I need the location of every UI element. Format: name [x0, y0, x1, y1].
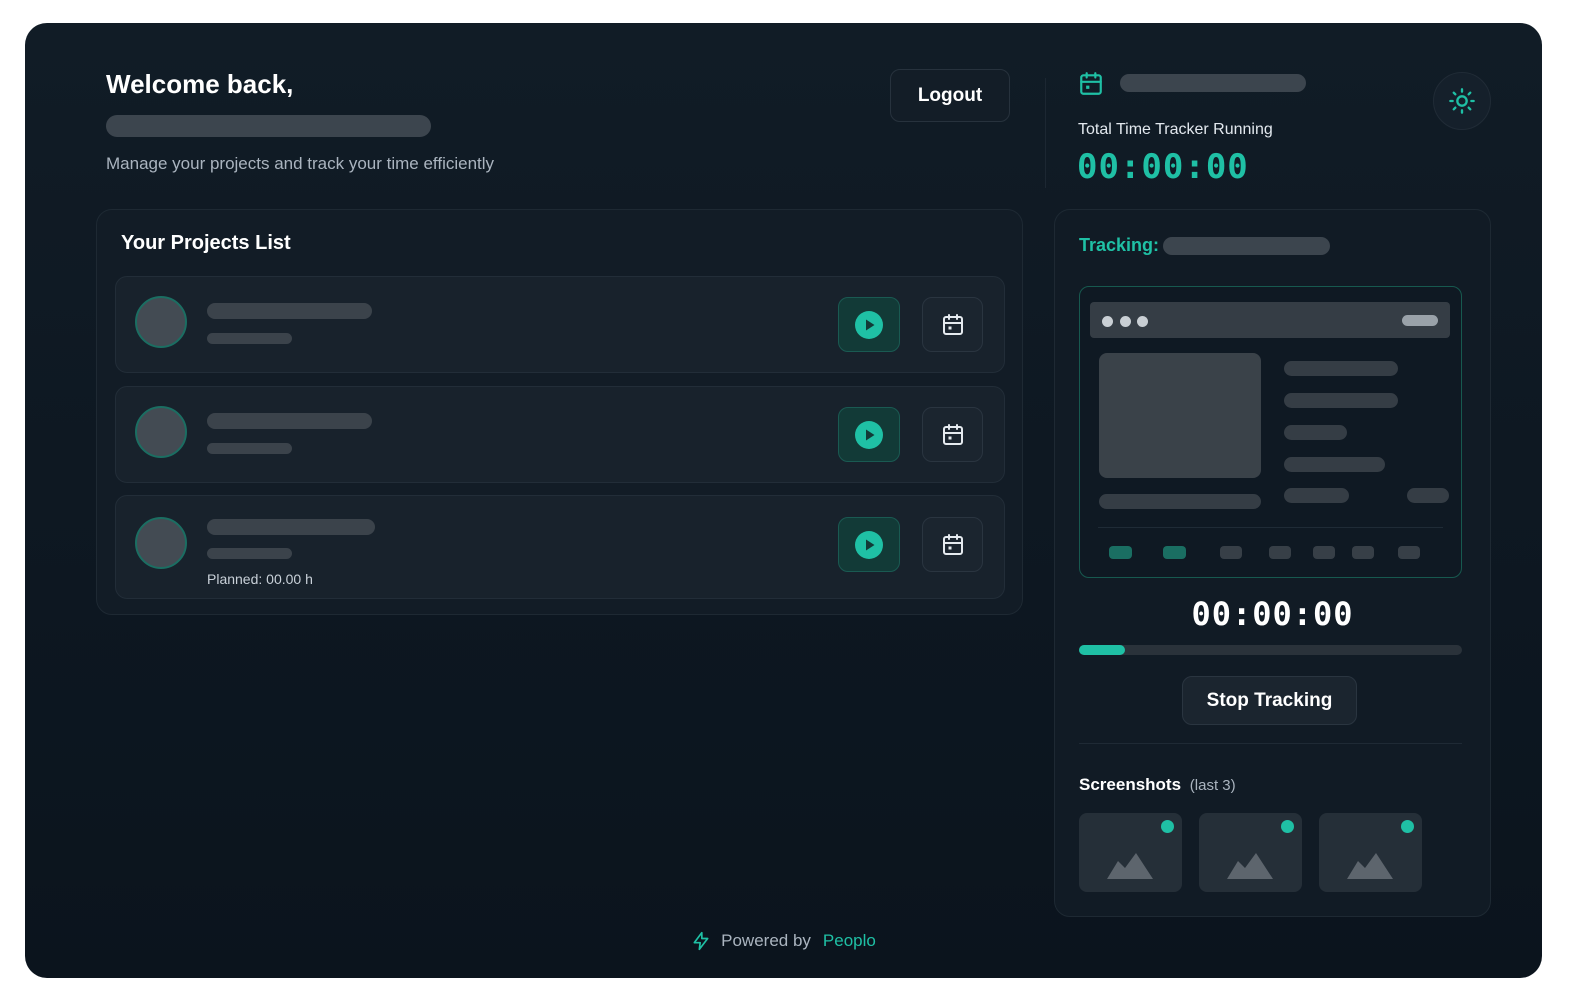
project-planned: Planned: 00.00 h: [207, 571, 313, 587]
calendar-icon: [942, 423, 963, 445]
play-icon: [855, 420, 883, 449]
preview-pill: [1402, 315, 1438, 326]
section-divider: [1079, 743, 1462, 744]
tracking-progress-fill: [1079, 645, 1125, 655]
brand-link[interactable]: Peoplo: [823, 931, 876, 951]
preview-tab: [1220, 546, 1242, 559]
preview-line: [1284, 425, 1347, 440]
theme-toggle-button[interactable]: [1433, 72, 1491, 130]
preview-tab: [1269, 546, 1291, 559]
project-row[interactable]: [115, 386, 1005, 483]
header-divider: [1045, 78, 1046, 188]
screenshot-status-dot: [1281, 820, 1294, 833]
screenshot-status-dot: [1401, 820, 1414, 833]
preview-line: [1284, 488, 1349, 503]
preview-tab: [1109, 546, 1132, 559]
app-window: Welcome back, Manage your projects and t…: [25, 23, 1542, 978]
play-icon: [855, 530, 883, 559]
start-tracking-button[interactable]: [838, 407, 900, 462]
tracking-progress-bar: [1079, 645, 1462, 655]
bolt-icon: [693, 931, 709, 951]
window-dot: [1120, 316, 1131, 327]
preview-line: [1284, 393, 1398, 408]
user-name-placeholder: [106, 115, 431, 137]
image-icon: [1107, 853, 1153, 879]
footer: Powered by Peoplo: [25, 931, 1542, 951]
window-dot: [1102, 316, 1113, 327]
calendar-icon: [942, 313, 963, 335]
schedule-button[interactable]: [922, 407, 983, 462]
logout-button[interactable]: Logout: [890, 69, 1010, 122]
image-icon: [1347, 853, 1393, 879]
tracking-project-placeholder: [1163, 237, 1330, 255]
schedule-button[interactable]: [922, 517, 983, 572]
welcome-heading: Welcome back,: [106, 69, 294, 99]
welcome-subtitle: Manage your projects and track your time…: [106, 154, 495, 173]
project-meta-placeholder: [207, 548, 292, 559]
screenshots-title: Screenshots: [1079, 775, 1182, 794]
screenshot-thumbnail[interactable]: [1319, 813, 1422, 892]
project-name-placeholder: [207, 413, 372, 429]
preview-tab: [1163, 546, 1186, 559]
tracking-card: Tracking: 00:00:00 Stop Tracking Screens…: [1054, 209, 1491, 917]
preview-line: [1284, 361, 1398, 376]
project-name-placeholder: [207, 303, 372, 319]
project-name-placeholder: [207, 519, 375, 535]
preview-line: [1099, 494, 1261, 509]
preview-divider: [1098, 527, 1443, 528]
schedule-button[interactable]: [922, 297, 983, 352]
start-tracking-button[interactable]: [838, 517, 900, 572]
project-avatar: [135, 296, 187, 348]
screenshots-heading: Screenshots (last 3): [1079, 775, 1236, 795]
preview-line: [1284, 457, 1385, 472]
calendar-icon: [942, 533, 963, 555]
preview-window-bar: [1090, 302, 1450, 338]
project-row[interactable]: Planned: 00.00 h: [115, 495, 1005, 599]
screenshot-status-dot: [1161, 820, 1174, 833]
preview-tab: [1398, 546, 1420, 559]
calendar-icon: [1080, 72, 1102, 95]
start-tracking-button[interactable]: [838, 297, 900, 352]
play-icon: [855, 310, 883, 339]
preview-tab: [1313, 546, 1335, 559]
image-icon: [1227, 853, 1273, 879]
stop-tracking-button[interactable]: Stop Tracking: [1182, 676, 1357, 725]
window-dot: [1137, 316, 1148, 327]
tracking-time: 00:00:00: [1191, 595, 1354, 633]
project-meta-placeholder: [207, 443, 292, 454]
projects-card: Your Projects List Planned: 00.00 h: [96, 209, 1023, 615]
project-row[interactable]: [115, 276, 1005, 373]
screenshot-thumbnail[interactable]: [1199, 813, 1302, 892]
powered-by-label: Powered by: [721, 931, 811, 950]
tracking-label: Tracking:: [1079, 235, 1160, 255]
preview-image-block: [1099, 353, 1261, 478]
project-meta-placeholder: [207, 333, 292, 344]
preview-tab: [1352, 546, 1374, 559]
project-avatar: [135, 517, 187, 569]
screenshots-subtitle: (last 3): [1189, 777, 1236, 794]
projects-title: Your Projects List: [121, 232, 291, 254]
total-time-value: 00:00:00: [1077, 147, 1249, 187]
screen-preview: [1079, 286, 1462, 578]
date-placeholder: [1120, 74, 1306, 92]
sun-icon: [1449, 88, 1475, 114]
total-time-label: Total Time Tracker Running: [1078, 121, 1273, 138]
screenshot-thumbnail[interactable]: [1079, 813, 1182, 892]
preview-line: [1407, 488, 1449, 503]
project-avatar: [135, 406, 187, 458]
